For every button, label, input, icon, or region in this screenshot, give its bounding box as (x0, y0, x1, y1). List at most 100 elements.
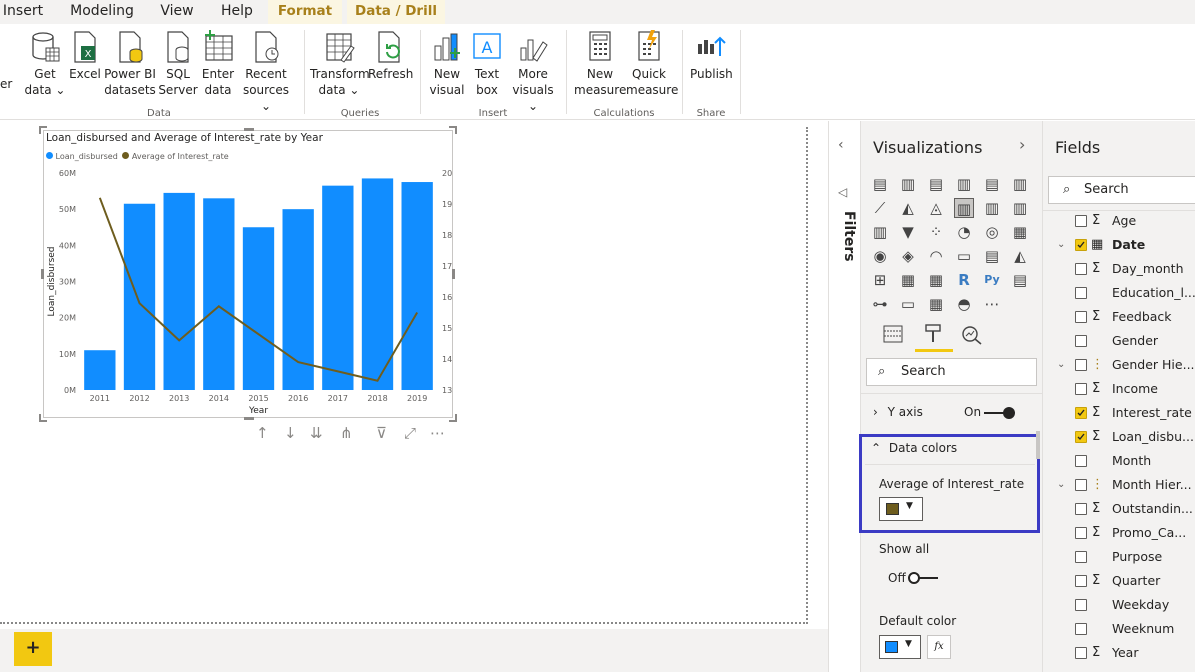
field-checkbox[interactable] (1075, 647, 1087, 659)
decomposition-tree-icon[interactable]: ⊶ (870, 294, 890, 314)
resize-handle[interactable] (39, 414, 47, 422)
field-checkbox[interactable] (1075, 311, 1087, 323)
tab-modeling[interactable]: Modeling (62, 0, 142, 24)
enter-data-button[interactable]: Enter data (200, 30, 236, 98)
field-checkbox[interactable] (1075, 407, 1087, 419)
field-checkbox[interactable] (1075, 431, 1087, 443)
field-item[interactable]: Purpose (1043, 545, 1195, 569)
donut-icon[interactable]: ◎ (982, 222, 1002, 242)
stacked-bar-icon[interactable]: ▤ (870, 174, 890, 194)
slicer-icon[interactable]: ⊞ (870, 270, 890, 290)
new-measure-button[interactable]: New measure (574, 30, 626, 98)
more-visuals-button[interactable]: More visuals ⌄ (508, 30, 558, 114)
resize-handle[interactable] (452, 269, 455, 279)
new-visual-button[interactable]: New visual (428, 30, 466, 98)
tab-format[interactable]: Format (268, 0, 342, 24)
stacked-column-icon[interactable]: ▥ (898, 174, 918, 194)
field-item[interactable]: Σ Interest_rate (1043, 401, 1195, 425)
field-item[interactable]: Σ Age (1043, 211, 1195, 233)
field-item[interactable]: Σ Promo_Ca... (1043, 521, 1195, 545)
field-item[interactable]: ⌄ ▦ Date (1043, 233, 1195, 257)
card-icon[interactable]: ▭ (954, 246, 974, 266)
field-item[interactable]: Σ Feedback (1043, 305, 1195, 329)
field-item[interactable]: ⌄ ⋮ Gender Hie... (1043, 353, 1195, 377)
sql-server-button[interactable]: SQL Server (158, 30, 198, 98)
tab-help[interactable]: Help (212, 0, 262, 24)
chevron-down-icon[interactable]: ⌄ (1057, 233, 1065, 257)
field-checkbox[interactable] (1075, 599, 1087, 611)
transform-data-button[interactable]: Transform data ⌄ (310, 30, 370, 98)
default-color-picker[interactable]: ▼ (879, 635, 921, 659)
field-checkbox[interactable] (1075, 551, 1087, 563)
refresh-button[interactable]: Refresh (368, 30, 413, 82)
field-checkbox[interactable] (1075, 263, 1087, 275)
table-icon[interactable]: ▦ (898, 270, 918, 290)
get-data-button[interactable]: Get data ⌄ (24, 30, 66, 98)
combo-chart-visual[interactable]: Loan_disbursed and Average of Interest_r… (39, 126, 457, 422)
clustered-bar-icon[interactable]: ▤ (926, 174, 946, 194)
area-chart-icon[interactable]: ◭ (898, 198, 918, 218)
kpi-icon[interactable]: ◭ (1010, 246, 1030, 266)
pie-icon[interactable]: ◔ (954, 222, 974, 242)
field-checkbox[interactable] (1075, 575, 1087, 587)
field-checkbox[interactable] (1075, 215, 1087, 227)
conditional-format-fx-button[interactable]: fx (927, 635, 951, 659)
line-clustered-column-icon[interactable]: ▥ (954, 198, 974, 218)
funnel-icon[interactable]: ▼ (898, 222, 918, 242)
add-page-button[interactable]: + (14, 632, 52, 666)
gauge-icon[interactable]: ◠ (926, 246, 946, 266)
fields-well-icon[interactable] (883, 325, 903, 343)
format-search-box[interactable]: ⌕ Search (866, 358, 1037, 386)
text-box-button[interactable]: A Text box (468, 30, 506, 98)
line-stacked-column-icon[interactable]: ▥ (982, 198, 1002, 218)
field-item[interactable]: Σ Income (1043, 377, 1195, 401)
expand-next-level-icon[interactable]: ⇊ (310, 424, 323, 442)
recent-sources-button[interactable]: Recent sources ⌄ (238, 30, 294, 114)
field-checkbox[interactable] (1075, 287, 1087, 299)
resize-handle[interactable] (244, 128, 254, 131)
field-checkbox[interactable] (1075, 455, 1087, 467)
show-all-toggle[interactable] (908, 572, 940, 584)
tab-insert[interactable]: Insert (0, 0, 46, 24)
qa-icon[interactable]: ▭ (898, 294, 918, 314)
python-visual-icon[interactable]: Py (982, 270, 1002, 290)
y-axis-toggle[interactable] (984, 407, 1016, 419)
format-paint-roller-icon[interactable] (923, 323, 943, 343)
field-item[interactable]: Σ Year (1043, 641, 1195, 665)
multi-row-card-icon[interactable]: ▤ (982, 246, 1002, 266)
resize-handle[interactable] (244, 417, 254, 420)
filters-pane[interactable]: ‹ ◁ Filters (828, 121, 860, 672)
expand-hierarchy-icon[interactable]: ⋔ (340, 424, 353, 442)
field-item[interactable]: Gender (1043, 329, 1195, 353)
line-chart-icon[interactable]: ⟋ (870, 198, 890, 218)
filled-map-icon[interactable]: ◈ (898, 246, 918, 266)
data-colors-section[interactable]: ⌃ Data colors (871, 441, 957, 455)
series-color-picker[interactable]: ▼ (879, 497, 923, 521)
resize-handle[interactable] (41, 269, 44, 279)
chevron-left-icon[interactable]: ‹ (838, 137, 844, 153)
field-checkbox[interactable] (1075, 527, 1087, 539)
chevron-down-icon[interactable]: ⌄ (1057, 473, 1065, 497)
field-item[interactable]: ⌄ ⋮ Month Hier... (1043, 473, 1195, 497)
resize-handle[interactable] (39, 126, 47, 134)
focus-mode-icon[interactable]: ⤢ (404, 424, 416, 442)
publish-button[interactable]: Publish (690, 30, 733, 82)
field-item[interactable]: Σ Day_month (1043, 257, 1195, 281)
stacked-area-icon[interactable]: ◬ (926, 198, 946, 218)
field-checkbox[interactable] (1075, 383, 1087, 395)
field-item[interactable]: Σ Outstandin... (1043, 497, 1195, 521)
y-axis-section[interactable]: › Y axis (873, 405, 923, 419)
stacked-bar-100-icon[interactable]: ▤ (982, 174, 1002, 194)
fields-search-box[interactable]: ⌕ Search (1048, 176, 1195, 204)
field-checkbox[interactable] (1075, 335, 1087, 347)
tab-view[interactable]: View (152, 0, 202, 24)
r-visual-icon[interactable]: R (954, 270, 974, 290)
quick-measure-button[interactable]: Quick measure (626, 30, 678, 98)
field-item[interactable]: Weekday (1043, 593, 1195, 617)
key-influencers-icon[interactable]: ▤ (1010, 270, 1030, 290)
field-checkbox[interactable] (1075, 623, 1087, 635)
smart-narrative-icon[interactable]: ▦ (926, 294, 946, 314)
more-visuals-icon[interactable]: ⋯ (982, 294, 1002, 314)
more-options-icon[interactable]: ⋯ (430, 424, 445, 442)
treemap-icon[interactable]: ▦ (1010, 222, 1030, 242)
